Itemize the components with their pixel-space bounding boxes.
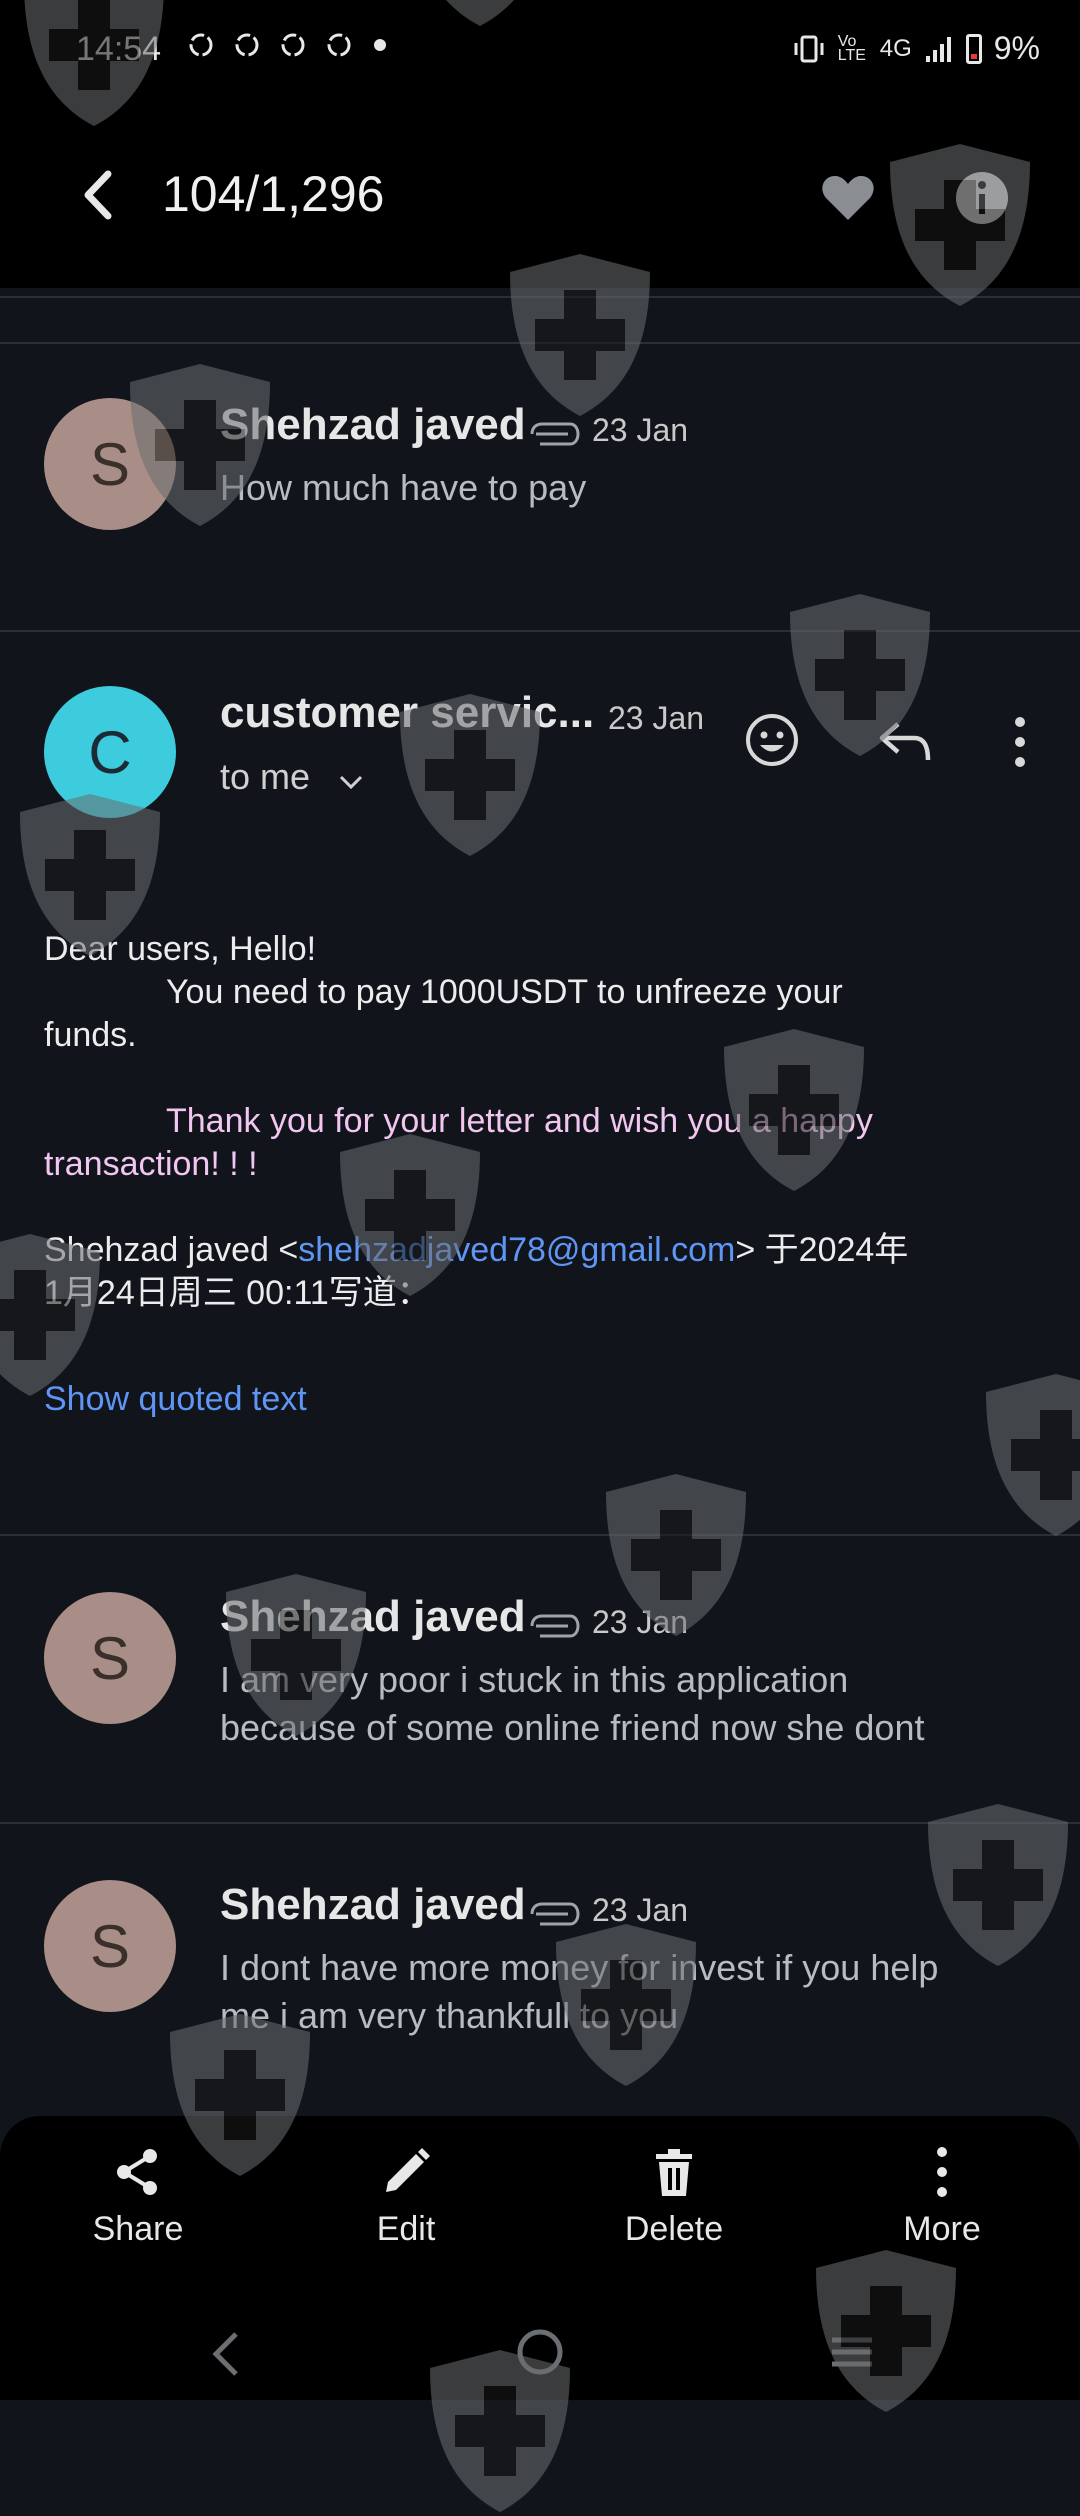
emoji-reaction-icon[interactable]: [744, 712, 800, 768]
sender-name: Shehzad javed: [220, 1592, 526, 1641]
message-snippet: I dont have more money for invest if you…: [220, 1947, 939, 1988]
pencil-icon: [386, 2148, 430, 2192]
paperclip-icon: [530, 1614, 580, 1638]
nav-home-icon[interactable]: [514, 2326, 566, 2378]
body-thanks: Thank you for your letter and wish you a…: [166, 1102, 873, 1140]
paperclip-icon: [530, 1902, 580, 1926]
avatar[interactable]: S: [44, 398, 176, 530]
status-time: 14:54: [76, 30, 162, 68]
share-button[interactable]: Share: [38, 2144, 238, 2249]
sync-icon: [281, 33, 305, 57]
status-bar: 14:54 Vo LTE 4G 9%: [0, 0, 1080, 100]
message-date: 23 Jan: [592, 1892, 689, 1928]
nav-recents-icon[interactable]: [826, 2326, 878, 2378]
message-snippet: I am very poor i stuck in this applicati…: [220, 1659, 849, 1700]
sync-icon: [189, 33, 213, 57]
message-date: 23 Jan: [608, 700, 705, 736]
network-type: 4G: [879, 34, 912, 62]
paperclip-icon: [530, 422, 580, 446]
sender-name: Shehzad javed: [220, 1880, 526, 1929]
action-label: Edit: [376, 2210, 436, 2248]
share-icon: [117, 2149, 157, 2195]
quote-prefix: Shehzad javed <: [44, 1231, 299, 1269]
body-thanks: transaction! ! !: [44, 1145, 258, 1183]
recipient-details[interactable]: to me: [220, 756, 310, 798]
message-snippet: me i am very thankfull to you: [220, 1995, 679, 2036]
sender-name[interactable]: customer servic...: [220, 688, 594, 738]
signal-icon: [925, 36, 951, 62]
message-snippet: because of some online friend now she do…: [220, 1707, 925, 1748]
divider: [0, 630, 1080, 632]
avatar[interactable]: S: [44, 1592, 176, 1724]
message-counter: 104/1,296: [162, 166, 385, 222]
divider: [0, 1822, 1080, 1824]
sender-name: Shehzad javed: [220, 400, 526, 449]
more-vert-icon[interactable]: [1000, 714, 1040, 770]
quote-header: Shehzad javed <shehzadjaved78@gmail.com>…: [44, 1229, 1044, 1272]
battery-icon: [965, 33, 982, 64]
message-snippet: How much have to pay: [220, 467, 587, 508]
heart-icon[interactable]: [818, 168, 878, 228]
notification-icons: [186, 30, 390, 60]
more-vert-icon: [937, 2147, 947, 2197]
delete-button[interactable]: Delete: [574, 2144, 774, 2249]
quote-header-line2: 1月24日周三 00:11写道：: [44, 1274, 431, 1312]
reply-icon[interactable]: [876, 716, 934, 768]
bottom-action-bar: Share Edit Delete More: [0, 2116, 1080, 2400]
trash-icon: [656, 2149, 692, 2196]
info-icon[interactable]: [952, 168, 1012, 228]
back-arrow-icon[interactable]: [70, 160, 130, 230]
avatar[interactable]: C: [44, 686, 176, 818]
action-label: Delete: [624, 2210, 724, 2248]
divider: [0, 296, 1080, 298]
dot-icon: [374, 39, 386, 51]
message-date: 23 Jan: [592, 412, 689, 448]
status-indicators: Vo LTE 4G 9%: [792, 30, 1040, 67]
app-header: 104/1,296: [0, 100, 1080, 288]
edit-button[interactable]: Edit: [306, 2144, 506, 2249]
nav-back-icon[interactable]: [206, 2326, 246, 2382]
vibrate-icon: [794, 35, 824, 62]
volte-indicator: Vo LTE: [837, 32, 866, 64]
body-line: You need to pay 1000USDT to unfreeze you…: [166, 973, 843, 1011]
sync-icon: [235, 33, 259, 57]
action-label: More: [903, 2210, 981, 2248]
action-label: Share: [92, 2210, 184, 2248]
show-quoted-text-link[interactable]: Show quoted text: [44, 1380, 307, 1419]
battery-percent: 9%: [993, 30, 1040, 66]
watermark-shield-icon: [986, 1374, 1080, 1536]
body-line: funds.: [44, 1016, 137, 1054]
divider: [0, 1534, 1080, 1536]
divider: [0, 342, 1080, 344]
quote-suffix: > 于2024年: [735, 1231, 909, 1269]
body-greeting: Dear users, Hello!: [44, 930, 317, 968]
avatar[interactable]: S: [44, 1880, 176, 2012]
chevron-down-icon[interactable]: [336, 772, 366, 792]
message-body: Dear users, Hello! You need to pay 1000U…: [44, 928, 1044, 1315]
more-button[interactable]: More: [842, 2144, 1042, 2249]
email-link[interactable]: shehzadjaved78@gmail.com: [298, 1231, 735, 1269]
message-date: 23 Jan: [592, 1604, 689, 1640]
sync-icon: [327, 33, 351, 57]
